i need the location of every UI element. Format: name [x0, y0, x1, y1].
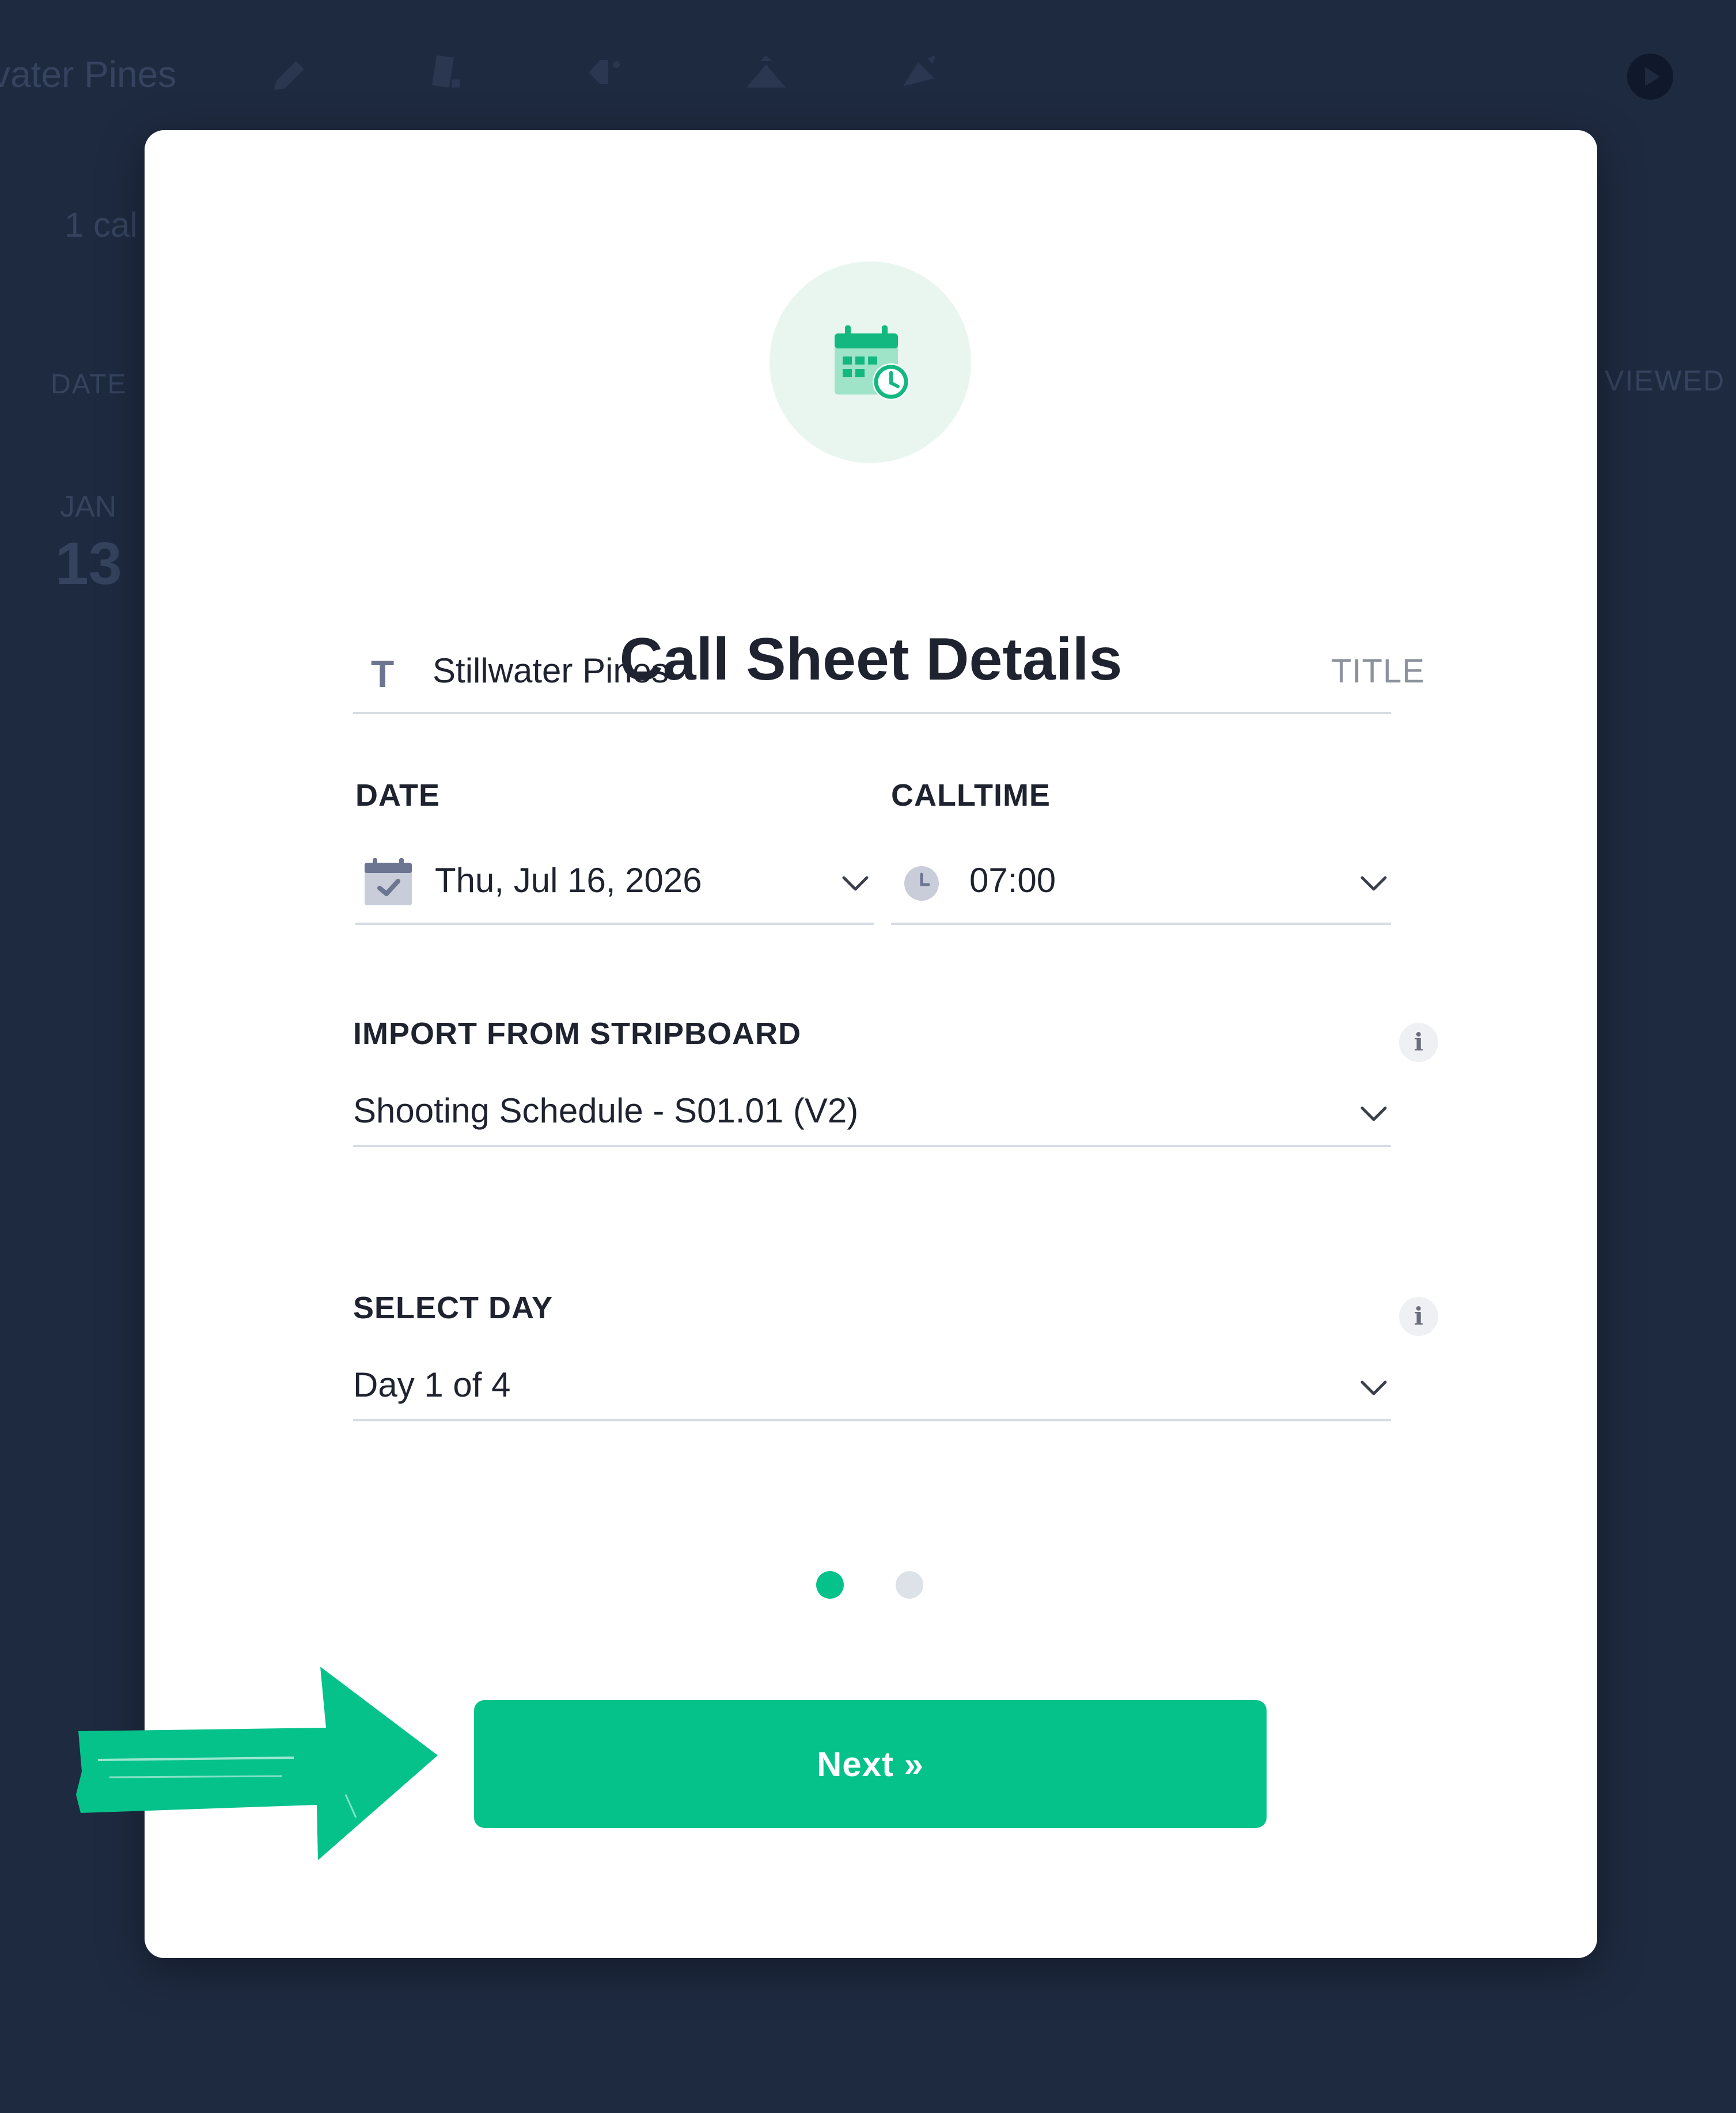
calltime-select[interactable]: 07:00 — [969, 860, 1056, 900]
date-select[interactable]: Thu, Jul 16, 2026 — [435, 860, 702, 900]
title-field-underline — [353, 712, 1391, 714]
title-field-hint: TITLE — [1331, 653, 1425, 690]
select-day-info-icon[interactable]: i — [1399, 1297, 1438, 1336]
calltime-field-underline — [891, 923, 1391, 925]
project-title: vater Pines — [0, 54, 177, 95]
select-day-select[interactable]: Day 1 of 4 — [353, 1365, 511, 1405]
pencil-icon[interactable] — [268, 50, 314, 96]
next-button[interactable]: Next » — [474, 1700, 1267, 1828]
stripboard-label: IMPORT FROM STRIPBOARD — [353, 1016, 801, 1051]
select-day-chevron-down-icon[interactable] — [1358, 1378, 1390, 1398]
app-topbar: vater Pines — [0, 0, 1736, 127]
select-day-label: SELECT DAY — [353, 1291, 554, 1325]
stripboard-select[interactable]: Shooting Schedule - S01.01 (V2) — [353, 1091, 858, 1131]
row-date-month: JAN — [60, 490, 117, 523]
stripboard-field-underline — [353, 1145, 1391, 1147]
stripboard-chevron-down-icon[interactable] — [1358, 1103, 1390, 1124]
clock-icon — [904, 866, 939, 901]
date-chevron-down-icon[interactable] — [839, 873, 871, 894]
note-icon[interactable] — [424, 50, 470, 96]
callsheet-count: 1 cal — [65, 206, 138, 244]
date-field-underline — [355, 923, 874, 925]
calendar-check-icon — [365, 858, 412, 905]
edit-icon[interactable] — [897, 50, 943, 96]
calltime-label: CALLTIME — [891, 778, 1051, 813]
row-date-day: 13 — [55, 530, 122, 597]
column-header-viewed: VIEWED — [1605, 365, 1726, 397]
stripboard-info-icon[interactable]: i — [1399, 1023, 1438, 1062]
tag-icon[interactable] — [583, 50, 629, 96]
calendar-clock-icon — [770, 261, 971, 463]
play-icon[interactable] — [1625, 52, 1675, 101]
select-day-field-underline — [353, 1419, 1391, 1421]
column-header-date: DATE — [51, 369, 127, 400]
text-type-icon: T — [371, 653, 395, 695]
mountain-icon[interactable] — [743, 50, 789, 96]
pagination-dot-2[interactable] — [896, 1571, 923, 1599]
title-input[interactable]: Stillwater Pines — [433, 651, 669, 691]
calltime-chevron-down-icon[interactable] — [1358, 873, 1390, 894]
pagination-dot-1[interactable] — [816, 1571, 844, 1599]
arrow-right-icon — [76, 1667, 438, 1860]
date-label: DATE — [355, 778, 440, 813]
